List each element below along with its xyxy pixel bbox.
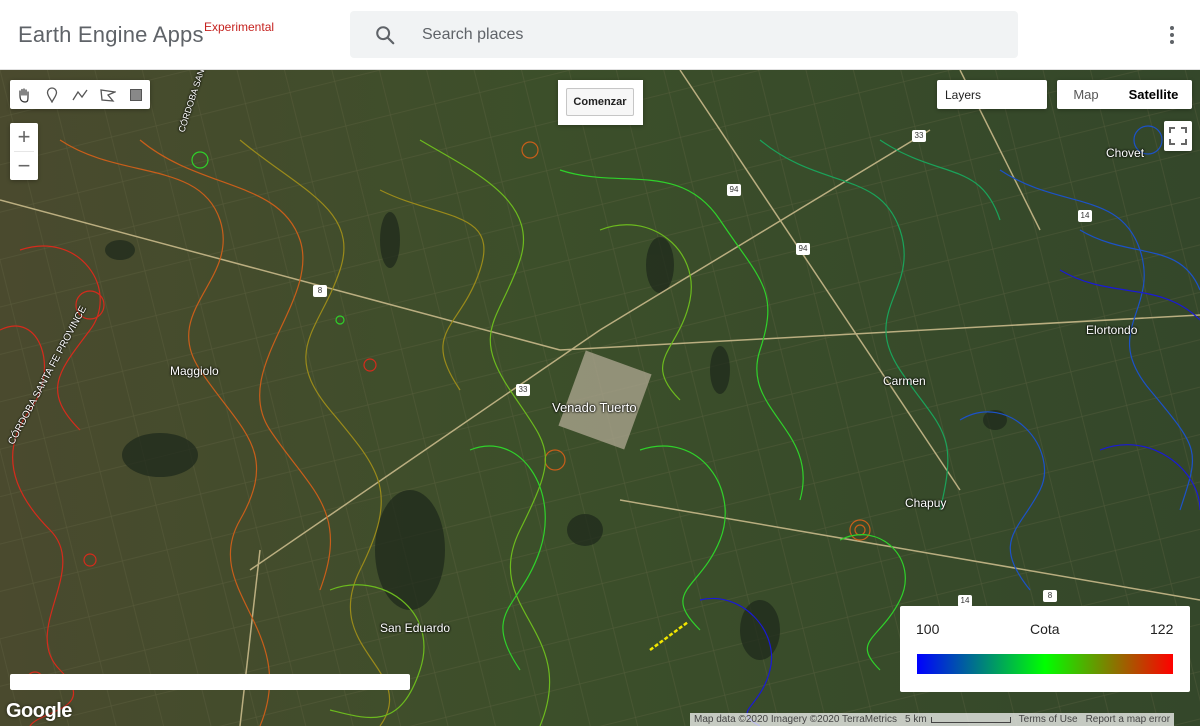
route-shield: 33 xyxy=(912,130,926,142)
legend-title: Cota xyxy=(1030,621,1060,637)
legend-color-ramp xyxy=(917,654,1173,674)
route-shield: 14 xyxy=(1078,210,1092,222)
place-label-chovet: Chovet xyxy=(1106,146,1145,160)
fullscreen-button[interactable] xyxy=(1164,121,1192,151)
map-attribution: Map data ©2020 Imagery ©2020 TerraMetric… xyxy=(690,713,1175,726)
google-logo: Google xyxy=(6,700,72,722)
search-icon[interactable] xyxy=(374,24,396,46)
route-shield: 94 xyxy=(796,243,810,255)
legend-panel: 100 Cota 122 xyxy=(900,606,1190,692)
place-label-elortondo: Elortondo xyxy=(1086,323,1138,337)
scale-indicator[interactable]: 5 km xyxy=(901,713,1015,726)
search-input[interactable] xyxy=(422,21,982,49)
more-vert-icon[interactable] xyxy=(1160,22,1184,48)
search-box[interactable] xyxy=(350,11,1018,58)
map-type-map-button[interactable]: Map xyxy=(1057,80,1115,109)
route-shield: 8 xyxy=(313,285,327,297)
place-label-chapuy: Chapuy xyxy=(905,496,947,510)
drawing-toolbar xyxy=(10,80,150,109)
route-shield: 33 xyxy=(516,384,530,396)
fullscreen-icon xyxy=(1169,127,1187,145)
place-label-carmen: Carmen xyxy=(883,374,926,388)
scale-bar xyxy=(930,716,1011,723)
report-map-error-link[interactable]: Report a map error xyxy=(1082,713,1174,726)
zoom-in-button[interactable]: + xyxy=(10,123,38,151)
scale-label: 5 km xyxy=(904,714,927,725)
place-label-san-eduardo: San Eduardo xyxy=(380,621,451,635)
place-label-venado-tuerto: Venado Tuerto xyxy=(552,400,637,415)
start-panel: Comenzar xyxy=(558,80,643,125)
marker-icon[interactable] xyxy=(38,80,66,109)
map-type-control: Map Satellite xyxy=(1057,80,1192,109)
map-type-satellite-button[interactable]: Satellite xyxy=(1115,80,1192,109)
rectangle-icon[interactable] xyxy=(122,80,150,109)
legend-min-value: 100 xyxy=(916,621,940,637)
route-shield: 8 xyxy=(1043,590,1057,602)
polyline-icon[interactable] xyxy=(66,80,94,109)
experimental-tag: Experimental xyxy=(204,20,275,34)
zoom-out-button[interactable]: − xyxy=(10,152,38,180)
app-title: Earth Engine Apps xyxy=(18,22,204,47)
terms-of-use-link[interactable]: Terms of Use xyxy=(1015,713,1082,726)
map-data-text: Map data ©2020 Imagery ©2020 TerraMetric… xyxy=(694,714,897,725)
route-shield: 94 xyxy=(727,184,741,196)
app-header: Earth Engine Apps Experimental xyxy=(0,0,1200,70)
polygon-icon[interactable] xyxy=(94,80,122,109)
start-button[interactable]: Comenzar xyxy=(566,88,634,116)
legend-max-value: 122 xyxy=(1150,621,1174,637)
info-strip xyxy=(10,674,410,690)
zoom-control: + − xyxy=(10,123,38,180)
place-label-maggiolo: Maggiolo xyxy=(170,364,219,378)
hand-pan-icon[interactable] xyxy=(10,80,38,109)
layers-button[interactable]: Layers xyxy=(937,80,1047,109)
